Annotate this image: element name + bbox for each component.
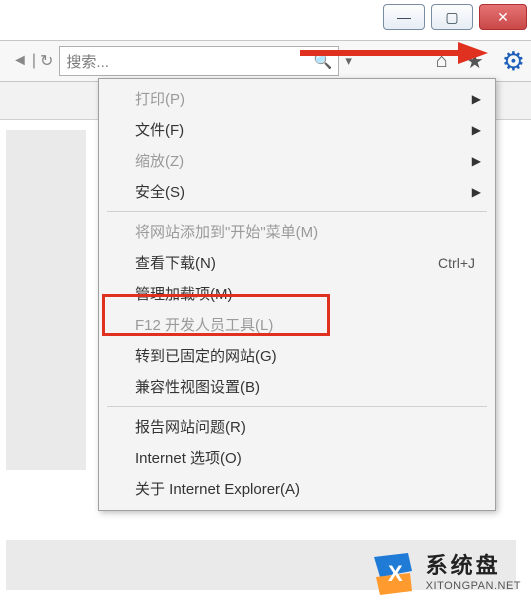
home-icon[interactable]: ⌂	[436, 50, 448, 73]
search-dropdown-icon[interactable]: ▾	[345, 53, 352, 69]
menu-item[interactable]: 查看下载(N) Ctrl+J	[101, 247, 493, 278]
svg-text:X: X	[388, 561, 403, 586]
gear-icon[interactable]: ⚙	[502, 46, 525, 77]
menu-item-label: 安全(S)	[135, 181, 185, 202]
submenu-arrow-icon: ▶	[472, 154, 481, 168]
watermark: X 系统盘 XITONGPAN.NET	[366, 547, 521, 599]
submenu-arrow-icon: ▶	[472, 123, 481, 137]
menu-item[interactable]: 兼容性视图设置(B)	[101, 371, 493, 402]
menu-shortcut: Ctrl+J	[438, 255, 475, 271]
menu-item-label: F12 开发人员工具(L)	[135, 314, 273, 335]
content-sidebar	[6, 130, 86, 470]
menu-item: F12 开发人员工具(L)	[101, 309, 493, 340]
close-button[interactable]: ✕	[479, 4, 527, 30]
menu-item-label: 报告网站问题(R)	[135, 416, 246, 437]
watermark-logo-icon: X	[366, 547, 418, 599]
window-controls: — ▢ ✕	[383, 4, 527, 30]
search-placeholder: 搜索...	[66, 51, 109, 72]
menu-separator	[107, 211, 487, 212]
search-icon[interactable]: 🔍	[314, 52, 333, 70]
menu-item: 缩放(Z) ▶	[101, 145, 493, 176]
menu-item-label: 转到已固定的网站(G)	[135, 345, 277, 366]
menu-item: 打印(P) ▶	[101, 83, 493, 114]
menu-item-label: 文件(F)	[135, 119, 184, 140]
submenu-arrow-icon: ▶	[472, 92, 481, 106]
minimize-button[interactable]: —	[383, 4, 425, 30]
menu-item[interactable]: 安全(S) ▶	[101, 176, 493, 207]
menu-item[interactable]: 关于 Internet Explorer(A)	[101, 473, 493, 504]
menu-item-label: 将网站添加到"开始"菜单(M)	[135, 221, 318, 242]
menu-item[interactable]: 报告网站问题(R)	[101, 411, 493, 442]
watermark-url: XITONGPAN.NET	[426, 580, 521, 593]
refresh-icon[interactable]: ↻	[40, 51, 53, 71]
menu-item-label: 兼容性视图设置(B)	[135, 376, 260, 397]
menu-item[interactable]: Internet 选项(O)	[101, 442, 493, 473]
menu-item-label: 关于 Internet Explorer(A)	[135, 478, 300, 499]
tools-menu: 打印(P) ▶ 文件(F) ▶ 缩放(Z) ▶ 安全(S) ▶ 将网站添加到"开始"菜单(M) 查…	[98, 78, 496, 511]
submenu-arrow-icon: ▶	[472, 185, 481, 199]
menu-item-label: Internet 选项(O)	[135, 447, 242, 468]
favorites-icon[interactable]: ★	[466, 49, 484, 74]
menu-separator	[107, 406, 487, 407]
menu-item: 将网站添加到"开始"菜单(M)	[101, 216, 493, 247]
watermark-title: 系统盘	[426, 553, 521, 579]
back-icon[interactable]: ◄	[12, 52, 28, 70]
menu-item[interactable]: 文件(F) ▶	[101, 114, 493, 145]
search-input[interactable]: 搜索... 🔍	[59, 46, 339, 76]
toolbar: ◄ | ↻ 搜索... 🔍 ▾ ⌂ ★ ⚙	[0, 40, 531, 82]
menu-item-label: 打印(P)	[135, 88, 185, 109]
maximize-button[interactable]: ▢	[431, 4, 473, 30]
menu-item-label: 管理加载项(M)	[135, 283, 233, 304]
menu-item[interactable]: 管理加载项(M)	[101, 278, 493, 309]
menu-item[interactable]: 转到已固定的网站(G)	[101, 340, 493, 371]
menu-item-label: 缩放(Z)	[135, 150, 184, 171]
nav-sep: |	[32, 52, 36, 70]
nav-controls: ◄ | ↻	[12, 51, 53, 71]
menu-item-label: 查看下载(N)	[135, 252, 216, 273]
